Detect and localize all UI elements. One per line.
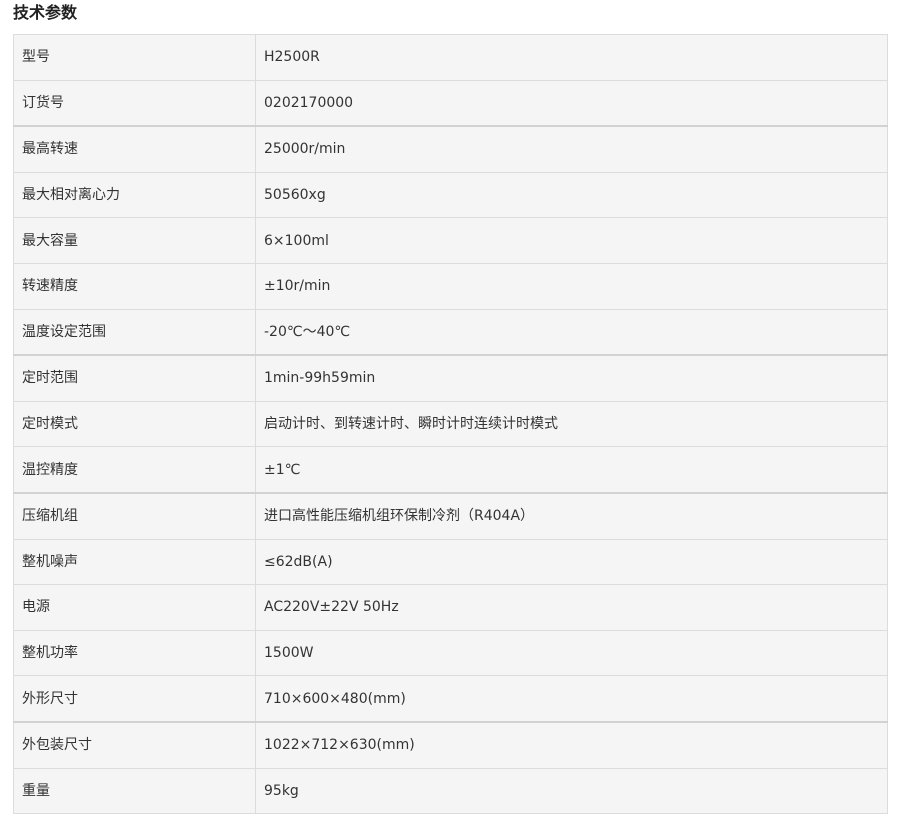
table-row: 定时模式 启动计时、到转速计时、瞬时计时连续计时模式: [13, 400, 888, 448]
table-row: 温度设定范围 -20℃～40℃: [13, 308, 888, 357]
spec-label: 温控精度: [13, 446, 256, 494]
spec-value: AC220V±22V 50Hz: [255, 584, 888, 631]
table-row: 压缩机组 进口高性能压缩机组环保制冷剂（R404A）: [13, 492, 888, 540]
spec-table: 型号 H2500R 订货号 0202170000 最高转速 25000r/min…: [13, 34, 888, 815]
table-row: 最高转速 25000r/min: [13, 125, 888, 173]
spec-label: 重量: [13, 767, 256, 815]
table-row: 最大容量 6×100ml: [13, 217, 888, 264]
spec-label: 电源: [13, 584, 256, 631]
spec-value: 6×100ml: [255, 217, 888, 264]
spec-label: 压缩机组: [13, 492, 256, 540]
spec-value: 50560xg: [255, 171, 888, 219]
table-row: 整机噪声 ≤62dB(A): [13, 538, 888, 586]
spec-value: 进口高性能压缩机组环保制冷剂（R404A）: [255, 492, 888, 540]
spec-label: 外包装尺寸: [13, 721, 256, 769]
spec-label: 定时范围: [13, 354, 256, 402]
spec-value: ±10r/min: [255, 262, 888, 310]
spec-value: 1022×712×630(mm): [255, 721, 888, 769]
spec-label: 温度设定范围: [13, 308, 256, 357]
spec-label: 整机功率: [13, 629, 256, 677]
spec-label: 定时模式: [13, 400, 256, 448]
table-row: 整机功率 1500W: [13, 629, 888, 677]
section-title: 技术参数: [13, 3, 78, 22]
spec-label: 最大相对离心力: [13, 171, 256, 219]
table-row: 最大相对离心力 50560xg: [13, 171, 888, 219]
spec-label: 最大容量: [13, 217, 256, 264]
spec-value: -20℃～40℃: [255, 308, 888, 357]
table-row: 订货号 0202170000: [13, 79, 888, 128]
spec-value: 1500W: [255, 629, 888, 677]
spec-value: 0202170000: [255, 79, 888, 128]
spec-value: ±1℃: [255, 446, 888, 494]
spec-value: 25000r/min: [255, 125, 888, 173]
spec-label: 整机噪声: [13, 538, 256, 586]
spec-label: 最高转速: [13, 125, 256, 173]
table-row: 定时范围 1min-99h59min: [13, 354, 888, 402]
spec-value: 启动计时、到转速计时、瞬时计时连续计时模式: [255, 400, 888, 448]
spec-value: 710×600×480(mm): [255, 675, 888, 723]
table-row: 转速精度 ±10r/min: [13, 262, 888, 310]
spec-value: ≤62dB(A): [255, 538, 888, 586]
spec-value: 95kg: [255, 767, 888, 815]
table-row: 型号 H2500R: [13, 34, 888, 81]
spec-value: 1min-99h59min: [255, 354, 888, 402]
spec-label: 型号: [13, 34, 256, 81]
table-row: 温控精度 ±1℃: [13, 446, 888, 494]
table-row: 外包装尺寸 1022×712×630(mm): [13, 721, 888, 769]
spec-label: 外形尺寸: [13, 675, 256, 723]
spec-value: H2500R: [255, 34, 888, 81]
table-row: 重量 95kg: [13, 767, 888, 815]
table-row: 外形尺寸 710×600×480(mm): [13, 675, 888, 723]
table-row: 电源 AC220V±22V 50Hz: [13, 584, 888, 631]
spec-label: 订货号: [13, 79, 256, 128]
spec-label: 转速精度: [13, 262, 256, 310]
